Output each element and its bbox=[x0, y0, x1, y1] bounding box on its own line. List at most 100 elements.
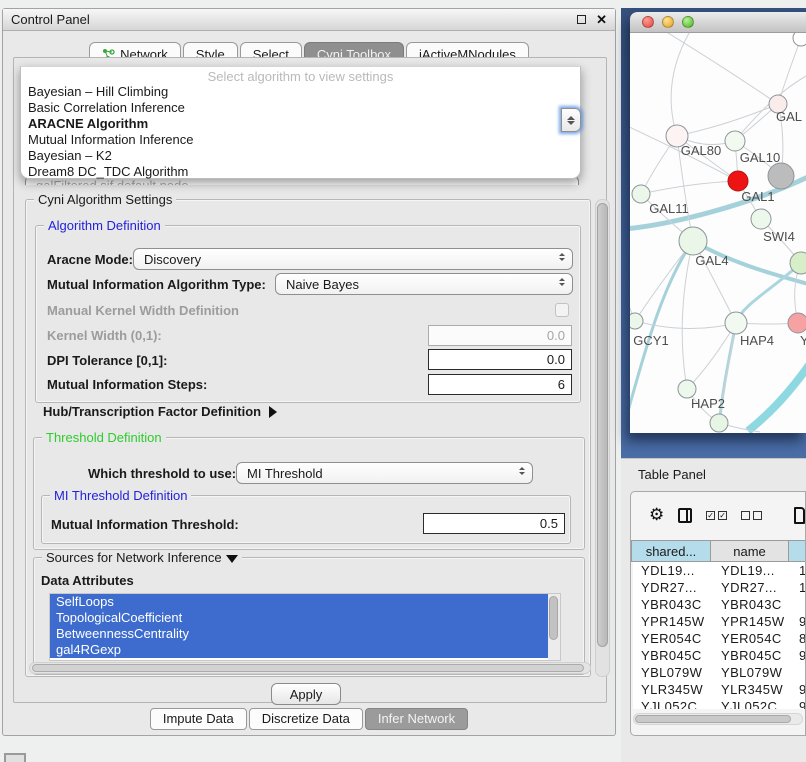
column-header-shared[interactable]: shared... bbox=[631, 540, 711, 562]
table-horizontal-scrollbar[interactable] bbox=[633, 713, 803, 725]
bottom-tab-impute-data[interactable]: Impute Data bbox=[150, 708, 247, 730]
table-panel-title: Table Panel bbox=[638, 467, 706, 482]
list-vertical-scrollbar[interactable] bbox=[548, 594, 560, 660]
network-edge bbox=[682, 241, 693, 389]
network-node[interactable] bbox=[751, 209, 771, 229]
algorithm-option[interactable]: Basic Correlation Inference bbox=[21, 100, 580, 116]
mi-threshold-field[interactable]: 0.5 bbox=[423, 513, 565, 534]
dpi-tolerance-field[interactable]: 0.0 bbox=[428, 349, 572, 370]
node-label-gcy1: GCY1 bbox=[633, 333, 668, 348]
mi-type-label: Mutual Information Algorithm Type: bbox=[47, 277, 266, 292]
which-threshold-value: MI Threshold bbox=[247, 466, 323, 481]
network-canvas[interactable]: GALGAL80GAL10GAL1GAL11SWI4GAL4GCY1HAP4YH… bbox=[630, 33, 806, 433]
settings-horizontal-scrollbar[interactable] bbox=[29, 662, 591, 674]
sources-group-title[interactable]: Sources for Network Inference bbox=[42, 550, 242, 565]
table-cell: YBL079W bbox=[633, 664, 713, 681]
scrollbar-thumb[interactable] bbox=[597, 203, 608, 647]
network-node[interactable] bbox=[728, 171, 748, 191]
mi-threshold-label: Mutual Information Threshold: bbox=[51, 517, 239, 532]
zoom-traffic-light-icon[interactable] bbox=[682, 16, 694, 28]
node-label-gal80: GAL80 bbox=[681, 143, 721, 158]
network-node[interactable] bbox=[725, 312, 747, 334]
manual-kernel-checkbox[interactable] bbox=[555, 303, 569, 317]
document-icon[interactable] bbox=[794, 507, 805, 524]
node-label-hap2: HAP2 bbox=[691, 396, 725, 411]
algorithm-option[interactable]: Bayesian – K2 bbox=[21, 148, 580, 164]
algorithm-option[interactable]: ARACNE Algorithm bbox=[21, 116, 580, 132]
algorithm-placeholder: Select algorithm to view settings bbox=[21, 67, 580, 84]
mi-steps-field[interactable]: 6 bbox=[428, 374, 572, 395]
attribute-item-gal4rgexp[interactable]: gal4RGexp bbox=[50, 642, 548, 658]
bottom-tabs: Impute DataDiscretize DataInfer Network bbox=[3, 708, 615, 730]
table-row[interactable]: YER054CYER054C8. bbox=[633, 630, 806, 647]
apply-button[interactable]: Apply bbox=[271, 683, 341, 705]
scrollbar-thumb[interactable] bbox=[32, 664, 584, 672]
combo-stepper-icon[interactable] bbox=[561, 108, 581, 132]
aracne-mode-value: Discovery bbox=[144, 252, 201, 267]
table-cell bbox=[791, 664, 806, 681]
table-row[interactable]: YDR27...YDR27...12 bbox=[633, 579, 806, 596]
kernel-width-field[interactable]: 0.0 bbox=[428, 325, 572, 346]
manual-kernel-label: Manual Kernel Width Definition bbox=[47, 303, 239, 318]
aracne-mode-select[interactable]: Discovery bbox=[133, 248, 573, 270]
network-node[interactable] bbox=[793, 33, 806, 46]
network-node[interactable] bbox=[710, 414, 728, 432]
algorithm-definition-title: Algorithm Definition bbox=[44, 218, 165, 233]
node-label-hap4: HAP4 bbox=[740, 333, 774, 348]
table-row[interactable]: YBL079WYBL079W bbox=[633, 664, 806, 681]
network-node[interactable] bbox=[725, 131, 745, 151]
network-node[interactable] bbox=[630, 313, 643, 329]
network-node[interactable] bbox=[788, 313, 806, 333]
bottom-tab-discretize-data[interactable]: Discretize Data bbox=[249, 708, 363, 730]
network-desktop-background: GALGAL80GAL10GAL1GAL11SWI4GAL4GCY1HAP4YH… bbox=[621, 8, 806, 458]
attribute-item-betweennesscentrality[interactable]: BetweennessCentrality bbox=[50, 626, 548, 642]
network-node[interactable] bbox=[679, 227, 707, 255]
column-header-name[interactable]: name bbox=[711, 540, 789, 562]
unchecked-pair-icon[interactable] bbox=[741, 511, 762, 520]
scrollbar-thumb[interactable] bbox=[635, 715, 791, 723]
data-attributes-list[interactable]: SelfLoopsTopologicalCoefficientBetweenne… bbox=[49, 593, 561, 661]
network-node[interactable] bbox=[632, 185, 650, 203]
attribute-item-topologicalcoefficient[interactable]: TopologicalCoefficient bbox=[50, 610, 548, 626]
settings-vertical-scrollbar[interactable] bbox=[595, 199, 610, 677]
collapsed-panel-icon[interactable] bbox=[4, 753, 26, 762]
mi-type-select[interactable]: Naive Bayes bbox=[275, 273, 573, 295]
table-cell: 8. bbox=[791, 630, 806, 647]
column-header-A[interactable]: A bbox=[789, 540, 806, 562]
hub-definition-toggle[interactable]: Hub/Transcription Factor Definition bbox=[43, 404, 277, 419]
attribute-item-selfloops[interactable]: SelfLoops bbox=[50, 594, 548, 610]
table-cell: YPR145W bbox=[713, 613, 791, 630]
table-row[interactable]: YBR043CYBR043C bbox=[633, 596, 806, 613]
kernel-width-label: Kernel Width (0,1): bbox=[47, 328, 162, 343]
algorithm-option[interactable]: Dream8 DC_TDC Algorithm bbox=[21, 164, 580, 180]
network-window-titlebar[interactable] bbox=[630, 12, 806, 33]
table-row[interactable]: YPR145WYPR145W9. bbox=[633, 613, 806, 630]
node-label-gal11: GAL11 bbox=[649, 201, 689, 216]
table-panel-section: Table Panel ⚙ ✓✓ shared...nameA YDL19...… bbox=[621, 458, 806, 762]
table-cell: YDL19... bbox=[633, 562, 713, 579]
bottom-tab-infer-network[interactable]: Infer Network bbox=[365, 708, 468, 730]
table-cell: 13 bbox=[791, 562, 806, 579]
kernel-width-value: 0.0 bbox=[547, 328, 565, 343]
scrollbar-thumb[interactable] bbox=[549, 596, 558, 640]
split-columns-icon[interactable] bbox=[678, 508, 692, 523]
algorithm-option[interactable]: Bayesian – Hill Climbing bbox=[21, 84, 580, 100]
table-row[interactable]: YDL19...YDL19...13 bbox=[633, 562, 806, 579]
gear-icon[interactable]: ⚙ bbox=[649, 505, 664, 525]
close-traffic-light-icon[interactable] bbox=[642, 16, 654, 28]
close-button[interactable]: ✕ bbox=[596, 15, 607, 24]
which-threshold-select[interactable]: MI Threshold bbox=[236, 462, 533, 484]
minimize-traffic-light-icon[interactable] bbox=[662, 16, 674, 28]
table-row[interactable]: YLR345WYLR345W9. bbox=[633, 681, 806, 698]
network-edge bbox=[671, 33, 692, 136]
algorithm-option[interactable]: Mutual Information Inference bbox=[21, 132, 580, 148]
network-node[interactable] bbox=[768, 163, 794, 189]
table-toolbar: ⚙ ✓✓ bbox=[631, 492, 805, 538]
table-row[interactable]: YJL052CYJL052C9. bbox=[633, 698, 806, 709]
table-row[interactable]: YBR045CYBR045C9. bbox=[633, 647, 806, 664]
network-edge bbox=[660, 33, 778, 104]
node-label-swi4: SWI4 bbox=[763, 229, 795, 244]
float-button[interactable] bbox=[577, 15, 586, 24]
network-view-window[interactable]: GALGAL80GAL10GAL1GAL11SWI4GAL4GCY1HAP4YH… bbox=[630, 12, 806, 433]
checked-pair-icon[interactable]: ✓✓ bbox=[706, 511, 727, 520]
